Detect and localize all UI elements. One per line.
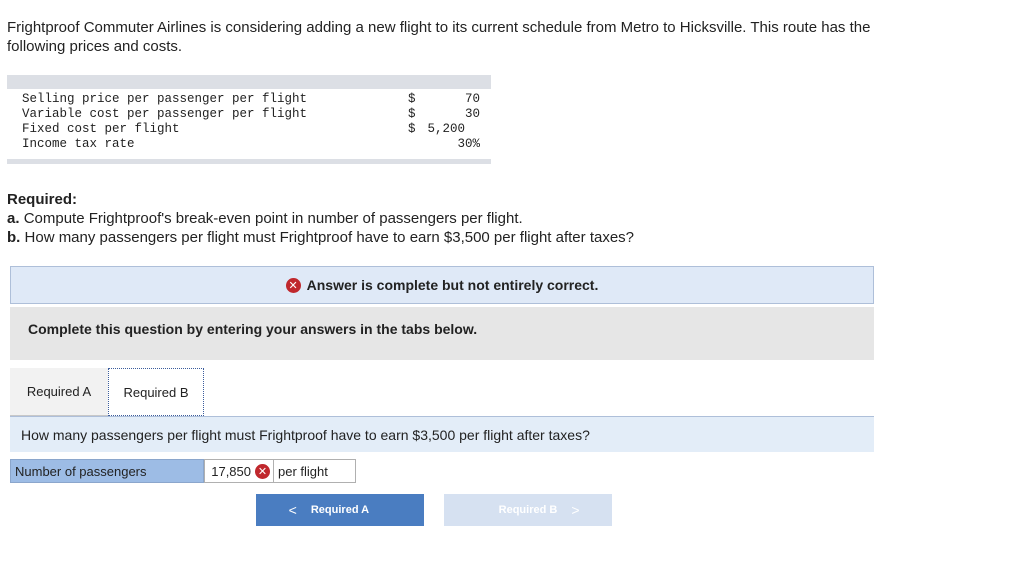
question-prompt: How many passengers per flight must Frig…	[10, 416, 874, 452]
prev-button-label: Required A	[310, 504, 370, 516]
feedback-banner: ✕ Answer is complete but not entirely co…	[10, 266, 874, 304]
required-a: a. Compute Frightproof's break-even poin…	[7, 209, 634, 228]
cost-data-table: Selling price per passenger per flight $…	[7, 75, 491, 165]
row-label: Selling price per passenger per flight	[22, 92, 308, 106]
tab-required-a[interactable]: Required A	[10, 368, 108, 416]
tab-label: Required A	[26, 384, 92, 399]
question-text: How many passengers per flight must Frig…	[21, 427, 590, 443]
table-bottom-band	[7, 159, 491, 164]
problem-intro: Frightproof Commuter Airlines is conside…	[7, 18, 1007, 56]
required-b-text: How many passengers per flight must Frig…	[24, 229, 635, 246]
tab-required-b[interactable]: Required B	[108, 368, 204, 416]
row-value: 70	[464, 92, 480, 106]
passengers-input[interactable]: 17,850 ✕	[204, 459, 274, 483]
table-row: Selling price per passenger per flight $…	[22, 92, 492, 107]
prev-required-a-button[interactable]: < Required A >	[256, 494, 424, 526]
incorrect-x-icon: ✕	[255, 463, 270, 479]
row-label: Variable cost per passenger per flight	[22, 107, 308, 121]
required-a-text: Compute Frightproof's break-even point i…	[23, 210, 523, 227]
row-label: Income tax rate	[22, 137, 135, 151]
row-currency: $	[408, 107, 416, 121]
tab-label: Required B	[123, 384, 189, 400]
row-value: 30%	[457, 137, 480, 151]
row-value: 30	[464, 107, 480, 121]
answer-label: Number of passengers	[10, 459, 204, 483]
required-section: Required: a. Compute Frightproof's break…	[7, 190, 634, 247]
required-heading: Required:	[7, 191, 78, 208]
next-required-b-button[interactable]: < Required B >	[444, 494, 612, 526]
required-a-prefix: a.	[7, 210, 20, 227]
table-row: Variable cost per passenger per flight $…	[22, 107, 492, 122]
row-currency: $	[408, 92, 416, 106]
table-row: Income tax rate 30%	[22, 137, 492, 152]
feedback-text: Answer is complete but not entirely corr…	[306, 277, 599, 293]
required-b: b. How many passengers per flight must F…	[7, 228, 634, 247]
next-button-label: Required B	[498, 504, 558, 516]
intro-line-1: Frightproof Commuter Airlines is conside…	[7, 19, 871, 36]
table-row: Fixed cost per flight $ 5,200	[22, 122, 492, 137]
table-top-band	[7, 75, 491, 89]
x-circle-icon: ✕	[285, 277, 301, 293]
intro-line-2: following prices and costs.	[7, 38, 183, 55]
chevron-right-icon: >	[571, 502, 580, 518]
answer-value: 17,850	[211, 463, 251, 479]
chevron-left-icon: <	[288, 502, 297, 518]
row-label: Fixed cost per flight	[22, 122, 180, 136]
row-value: 5,200	[427, 122, 465, 136]
instructions-text: Complete this question by entering your …	[28, 321, 478, 337]
instructions-panel: Complete this question by entering your …	[10, 307, 874, 360]
answer-unit: per flight	[274, 459, 356, 483]
row-currency: $	[408, 122, 416, 136]
required-b-prefix: b.	[7, 229, 21, 246]
